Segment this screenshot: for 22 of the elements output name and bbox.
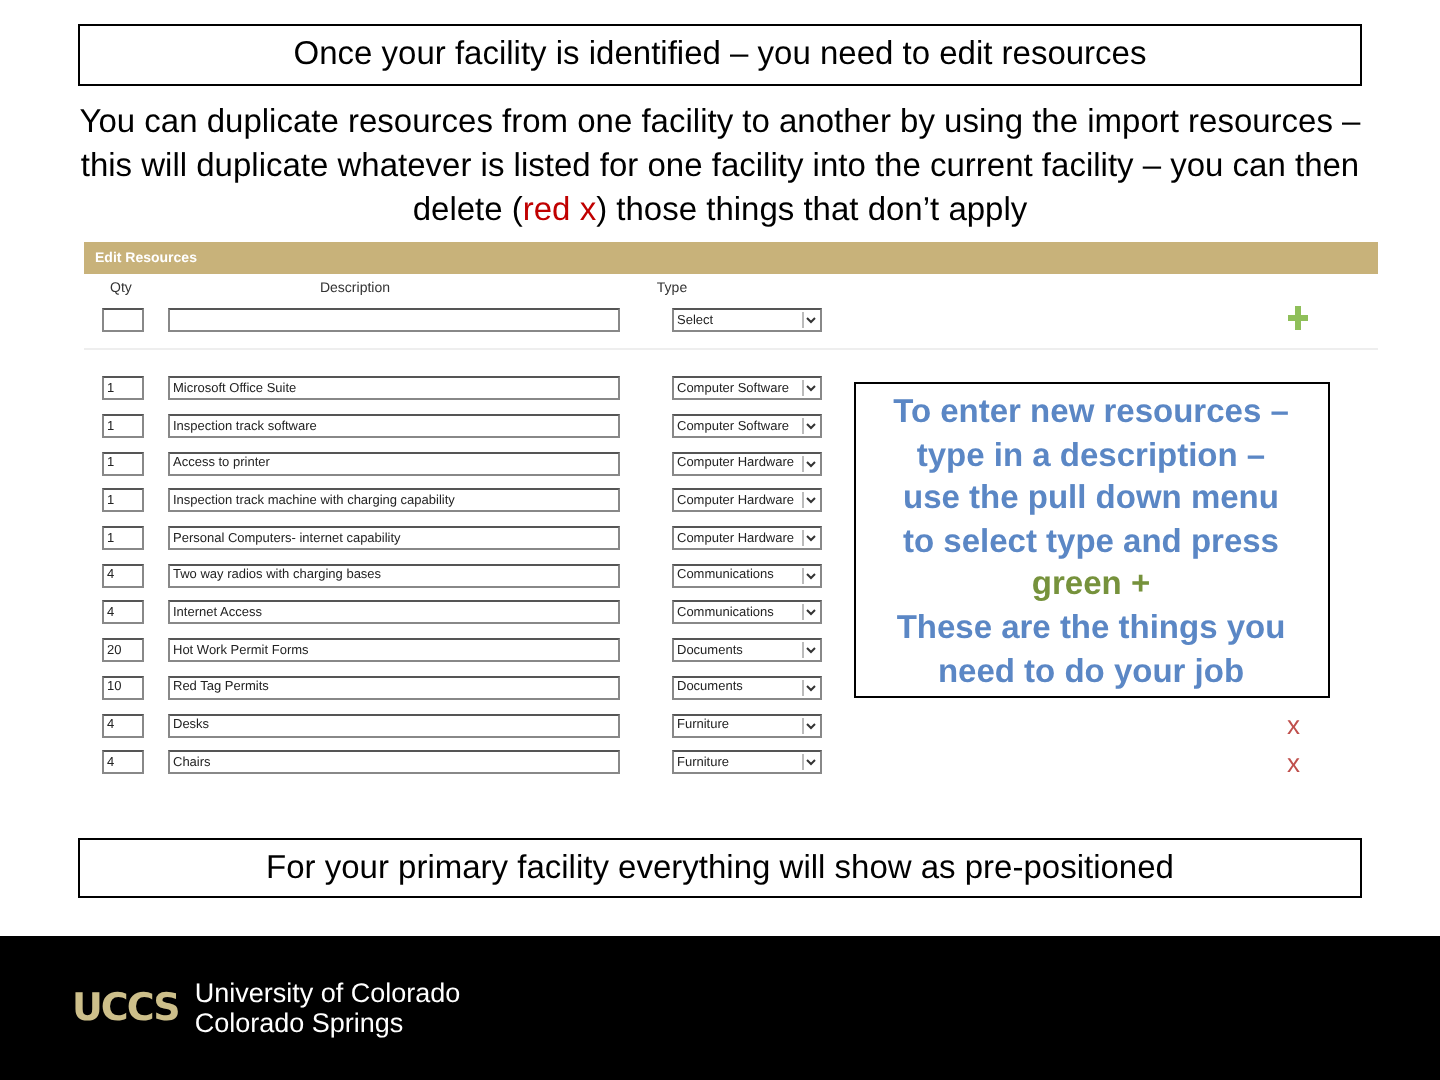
note-text: For your primary facility everything will show as pre-positioned [78,838,1362,898]
caret-icon [801,418,817,435]
caret-icon [801,679,817,696]
logo: UCCS [72,986,179,1030]
caret-icon [801,455,817,472]
caret-icon [801,717,817,734]
caret-icon [801,530,817,547]
description-field[interactable] [167,308,619,332]
caret-icon [801,312,817,328]
delete-button[interactable]: x [1287,710,1300,741]
caret-icon [801,754,817,771]
intro-text: You can duplicate resources from one facility to another by using the import resources – this will duplicate whatever is listed for one facility into the current facility – you can then delete (red x) those things that don’t apply [77,102,1363,232]
callout-text: To enter new resources – type in a description – use the pull down menu to select type and press green + These are the things you need to do your job [853,382,1329,698]
caret-icon [801,604,817,621]
university-name: University of Colorado Colorado Springs [194,978,461,1038]
caret-icon [801,380,817,397]
qty-field[interactable] [101,308,143,332]
caret-icon [801,642,817,659]
caret-icon [801,567,817,584]
delete-button[interactable]: x [1287,747,1300,778]
caret-icon [801,492,817,509]
slide-title: Once your facility is identified – you need to edit resources [78,24,1362,86]
